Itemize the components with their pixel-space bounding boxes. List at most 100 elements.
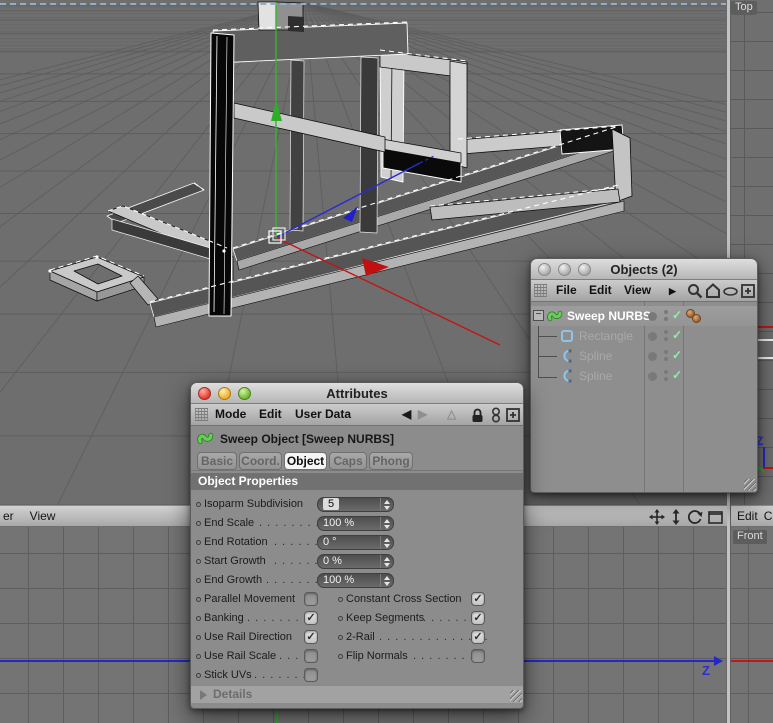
render-visibility-dot[interactable] xyxy=(664,377,668,381)
keyframe-dot[interactable] xyxy=(196,635,201,640)
render-visibility-dot[interactable] xyxy=(664,370,668,374)
keyframe-dot[interactable] xyxy=(196,521,201,526)
stepper-control[interactable] xyxy=(380,498,392,511)
tree-row-spline[interactable]: Spline ✓ xyxy=(531,346,757,366)
stepper-control[interactable] xyxy=(380,536,392,549)
history-back-icon[interactable]: ◀ xyxy=(402,407,411,421)
tab-phong[interactable]: Phong xyxy=(369,452,413,470)
keyframe-dot[interactable] xyxy=(338,654,343,659)
render-visibility-dot[interactable] xyxy=(664,330,668,334)
object-name[interactable]: Sweep NURBS xyxy=(567,309,651,323)
keyframe-dot[interactable] xyxy=(196,597,201,602)
keyframe-dot[interactable] xyxy=(196,654,201,659)
stick-uvs-checkbox[interactable]: ✓ xyxy=(304,668,318,682)
keyframe-dot[interactable] xyxy=(338,635,343,640)
editor-visibility-dot[interactable] xyxy=(648,312,657,321)
close-button[interactable] xyxy=(538,263,551,276)
stepper-control[interactable] xyxy=(380,574,392,587)
menu-item-edit[interactable]: Edit xyxy=(731,509,764,523)
render-visibility-dot[interactable] xyxy=(664,310,668,314)
start-growth-input[interactable]: 0 % xyxy=(317,554,394,569)
keep-segments-checkbox[interactable]: ✓ xyxy=(471,611,485,625)
object-name[interactable]: Spline xyxy=(579,369,612,383)
object-tree[interactable]: − Sweep NURBS ✓ Rectangle ✓ Spline ✓ Spl… xyxy=(531,302,757,492)
tab-coord[interactable]: Coord. xyxy=(239,452,282,470)
eye-icon[interactable] xyxy=(723,287,738,296)
object-name[interactable]: Spline xyxy=(579,349,612,363)
resize-grip[interactable] xyxy=(744,479,756,491)
zoom-view-icon[interactable] xyxy=(670,509,682,525)
attributes-titlebar[interactable]: Attributes xyxy=(191,383,523,404)
constant-cross-section-checkbox[interactable]: ✓ xyxy=(471,592,485,606)
collapse-toggle[interactable]: − xyxy=(533,310,544,321)
add-panel-icon[interactable] xyxy=(506,408,520,422)
flip-normals-checkbox[interactable]: ✓ xyxy=(471,649,485,663)
end-rotation-input[interactable]: 0 ° xyxy=(317,535,394,550)
menu-edit[interactable]: Edit xyxy=(589,283,612,297)
render-visibility-dot[interactable] xyxy=(664,350,668,354)
object-name[interactable]: Rectangle xyxy=(579,329,633,343)
keyframe-dot[interactable] xyxy=(338,597,343,602)
menu-file[interactable]: File xyxy=(556,283,577,297)
menu-item-clipped[interactable]: C xyxy=(764,509,773,523)
tree-row-sweep-nurbs[interactable]: − Sweep NURBS ✓ xyxy=(531,306,757,326)
keyframe-dot[interactable] xyxy=(338,616,343,621)
history-forward-icon[interactable]: ▶ xyxy=(418,407,427,421)
end-growth-input[interactable]: 100 % xyxy=(317,573,394,588)
texture-tag-icon[interactable] xyxy=(692,314,701,323)
rotate-view-icon[interactable] xyxy=(687,509,703,525)
enable-check-icon[interactable]: ✓ xyxy=(672,368,682,382)
close-button[interactable] xyxy=(198,387,211,400)
lock-icon[interactable] xyxy=(471,408,484,423)
link-rings-icon[interactable] xyxy=(491,407,501,423)
tab-caps[interactable]: Caps xyxy=(329,452,367,470)
keyframe-dot[interactable] xyxy=(196,559,201,564)
home-icon[interactable] xyxy=(705,283,721,299)
drag-grip-icon[interactable] xyxy=(534,284,547,297)
keyframe-dot[interactable] xyxy=(196,502,201,507)
enable-check-icon[interactable]: ✓ xyxy=(672,328,682,342)
enable-check-icon[interactable]: ✓ xyxy=(672,308,682,322)
editor-visibility-dot[interactable] xyxy=(648,372,657,381)
stepper-control[interactable] xyxy=(380,517,392,530)
menu-view[interactable]: View xyxy=(624,283,651,297)
zoom-button[interactable] xyxy=(238,387,251,400)
minimize-button[interactable] xyxy=(218,387,231,400)
parent-up-icon[interactable]: △ xyxy=(447,407,456,421)
enable-check-icon[interactable]: ✓ xyxy=(672,348,682,362)
tab-basic[interactable]: Basic xyxy=(197,452,237,470)
isoparm-subdivision-input[interactable]: 5 xyxy=(317,497,394,512)
use-rail-scale-checkbox[interactable]: ✓ xyxy=(304,649,318,663)
keyframe-dot[interactable] xyxy=(196,616,201,621)
menu-mode[interactable]: Mode xyxy=(215,407,246,421)
move-view-icon[interactable] xyxy=(649,509,665,525)
two-rail-checkbox[interactable]: ✓ xyxy=(471,630,485,644)
drag-grip-icon[interactable] xyxy=(195,408,208,421)
add-panel-icon[interactable] xyxy=(741,284,755,298)
parallel-movement-checkbox[interactable]: ✓ xyxy=(304,592,318,606)
menu-item-clipped[interactable]: er xyxy=(0,509,20,523)
render-visibility-dot[interactable] xyxy=(664,337,668,341)
menu-user-data[interactable]: User Data xyxy=(295,407,351,421)
menu-edit[interactable]: Edit xyxy=(259,407,282,421)
editor-visibility-dot[interactable] xyxy=(648,332,657,341)
keyframe-dot[interactable] xyxy=(196,578,201,583)
keyframe-dot[interactable] xyxy=(196,540,201,545)
zoom-button[interactable] xyxy=(578,263,591,276)
viewport-front[interactable] xyxy=(731,527,773,723)
render-visibility-dot[interactable] xyxy=(664,357,668,361)
maximize-view-icon[interactable] xyxy=(708,510,723,524)
use-rail-direction-checkbox[interactable]: ✓ xyxy=(304,630,318,644)
tree-row-spline[interactable]: Spline ✓ xyxy=(531,366,757,386)
objects-titlebar[interactable]: Objects (2) xyxy=(531,259,757,280)
minimize-button[interactable] xyxy=(558,263,571,276)
details-disclosure[interactable]: Details xyxy=(191,685,523,703)
render-visibility-dot[interactable] xyxy=(664,317,668,321)
tab-object[interactable]: Object xyxy=(284,452,327,470)
editor-visibility-dot[interactable] xyxy=(648,352,657,361)
search-icon[interactable] xyxy=(687,283,703,299)
banking-checkbox[interactable]: ✓ xyxy=(304,611,318,625)
resize-grip[interactable] xyxy=(510,690,522,702)
tree-row-rectangle[interactable]: Rectangle ✓ xyxy=(531,326,757,346)
end-scale-input[interactable]: 100 % xyxy=(317,516,394,531)
